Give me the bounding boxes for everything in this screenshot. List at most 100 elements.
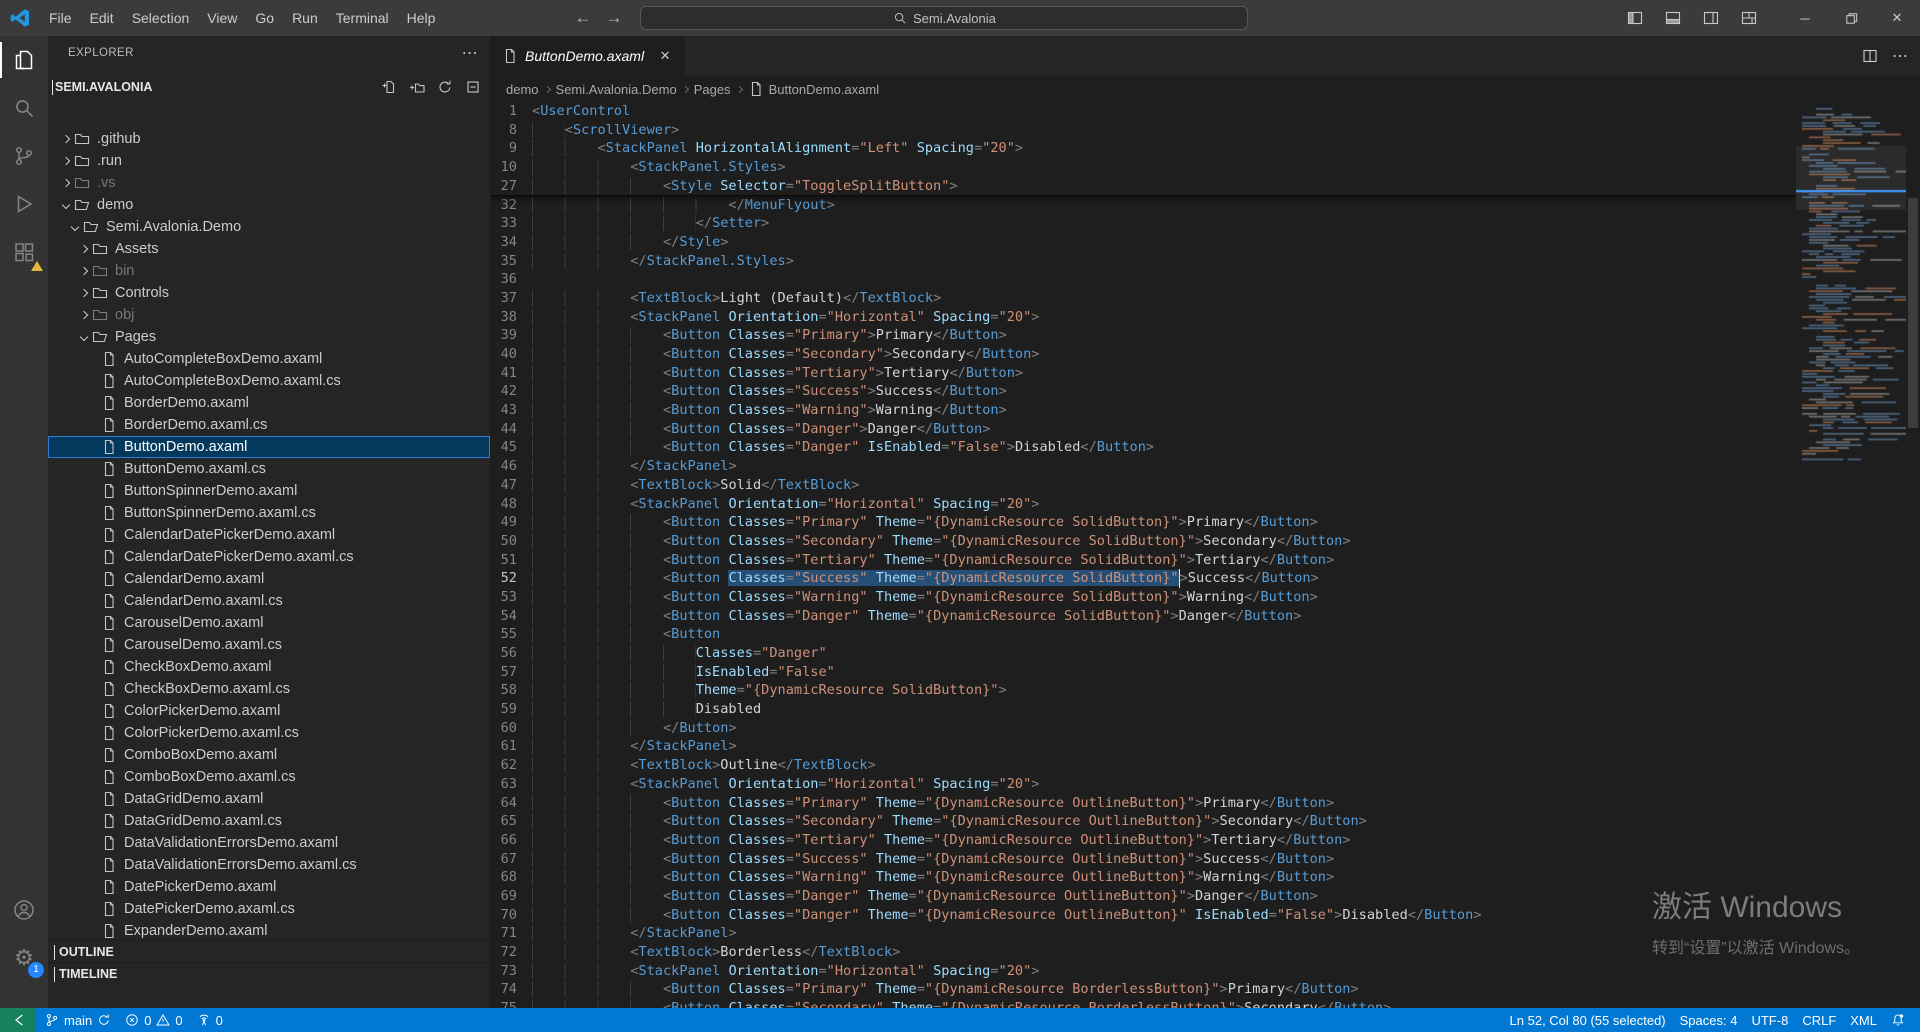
status-encoding[interactable]: UTF-8 xyxy=(1744,1008,1795,1032)
activity-extensions[interactable] xyxy=(0,228,48,276)
tree-item-buttonspinnerdemo-axaml[interactable]: ButtonSpinnerDemo.axaml xyxy=(48,480,490,502)
refresh-icon[interactable] xyxy=(436,78,454,96)
breadcrumb-item[interactable]: Semi.Avalonia.Demo xyxy=(556,82,677,97)
status-indentation[interactable]: Spaces: 4 xyxy=(1673,1008,1745,1032)
menu-file[interactable]: File xyxy=(40,5,81,31)
activity-explorer[interactable] xyxy=(0,36,48,84)
go-forward-icon[interactable]: → xyxy=(605,8,622,28)
status-problems[interactable]: 00 xyxy=(118,1008,189,1032)
activity-account[interactable] xyxy=(0,886,48,934)
tree-item-expanderdemo-axaml[interactable]: ExpanderDemo.axaml xyxy=(48,920,490,940)
tree-item-carouseldemo-axaml-cs[interactable]: CarouselDemo.axaml.cs xyxy=(48,634,490,656)
menu-terminal[interactable]: Terminal xyxy=(327,5,398,31)
tree-item-datavalidationerrorsdemo-axaml-cs[interactable]: DataValidationErrorsDemo.axaml.cs xyxy=(48,854,490,876)
menu-view[interactable]: View xyxy=(198,5,246,31)
activity-source-control[interactable] xyxy=(0,132,48,180)
explorer-sidebar: EXPLORER ⋯ SEMI.AVALONIA .github.run.vsd… xyxy=(48,36,490,1008)
breadcrumb-item[interactable]: Pages xyxy=(694,82,731,97)
tree-item-checkboxdemo-axaml-cs[interactable]: CheckBoxDemo.axaml.cs xyxy=(48,678,490,700)
more-actions-icon[interactable]: ⋯ xyxy=(1892,46,1908,66)
tree-item-semi-avalonia-demo[interactable]: Semi.Avalonia.Demo xyxy=(48,216,490,238)
tree-item-pages[interactable]: Pages xyxy=(48,326,490,348)
tree-item-datagriddemo-axaml[interactable]: DataGridDemo.axaml xyxy=(48,788,490,810)
chevron-right-icon xyxy=(54,967,55,981)
tree-item-assets[interactable]: Assets xyxy=(48,238,490,260)
tree-item-label: DatePickerDemo.axaml.cs xyxy=(124,901,295,917)
tab-buttondemo-axaml[interactable]: ButtonDemo.axaml ✕ xyxy=(490,36,685,76)
tree-item-calendardemo-axaml-cs[interactable]: CalendarDemo.axaml.cs xyxy=(48,590,490,612)
tree-item-carouseldemo-axaml[interactable]: CarouselDemo.axaml xyxy=(48,612,490,634)
minimize-button[interactable]: ─ xyxy=(1782,0,1828,36)
tree-item-comboboxdemo-axaml-cs[interactable]: ComboBoxDemo.axaml.cs xyxy=(48,766,490,788)
split-editor-icon[interactable] xyxy=(1862,48,1878,64)
restore-button[interactable] xyxy=(1828,0,1874,36)
status-ports[interactable]: 0 xyxy=(190,1008,230,1032)
tree-item-calendardemo-axaml[interactable]: CalendarDemo.axaml xyxy=(48,568,490,590)
tree-item-buttondemo-axaml[interactable]: ButtonDemo.axaml xyxy=(48,436,490,458)
explorer-more-actions-icon[interactable]: ⋯ xyxy=(462,43,478,63)
toggle-secondary-sidebar-icon[interactable] xyxy=(1696,4,1726,32)
tree-item--github[interactable]: .github xyxy=(48,128,490,150)
status-remote-indicator[interactable] xyxy=(0,1008,36,1032)
vertical-scrollbar[interactable] xyxy=(1906,102,1920,1008)
tree-item-borderdemo-axaml-cs[interactable]: BorderDemo.axaml.cs xyxy=(48,414,490,436)
menu-help[interactable]: Help xyxy=(398,5,445,31)
breadcrumb-item[interactable]: demo xyxy=(506,82,539,97)
tree-item-calendardatepickerdemo-axaml[interactable]: CalendarDatePickerDemo.axaml xyxy=(48,524,490,546)
tree-item-checkboxdemo-axaml[interactable]: CheckBoxDemo.axaml xyxy=(48,656,490,678)
code-pane[interactable]: 32 </MenuFlyout>33 </Setter>34 </Style>3… xyxy=(490,102,1796,1008)
workspace-section-header[interactable]: SEMI.AVALONIA xyxy=(48,76,490,98)
status-cursor-position[interactable]: Ln 52, Col 80 (55 selected) xyxy=(1503,1008,1673,1032)
tree-item-comboboxdemo-axaml[interactable]: ComboBoxDemo.axaml xyxy=(48,744,490,766)
tree-item-datepickerdemo-axaml-cs[interactable]: DatePickerDemo.axaml.cs xyxy=(48,898,490,920)
tree-item-autocompleteboxdemo-axaml-cs[interactable]: AutoCompleteBoxDemo.axaml.cs xyxy=(48,370,490,392)
timeline-section[interactable]: TIMELINE xyxy=(48,962,490,984)
new-folder-icon[interactable] xyxy=(408,78,426,96)
tab-close-icon[interactable]: ✕ xyxy=(655,46,675,66)
close-button[interactable]: ✕ xyxy=(1874,0,1920,36)
line-text: <TextBlock>Light (Default)</TextBlock> xyxy=(532,289,941,308)
activity-run-debug[interactable] xyxy=(0,180,48,228)
tree-item-autocompleteboxdemo-axaml[interactable]: AutoCompleteBoxDemo.axaml xyxy=(48,348,490,370)
tree-item-calendardatepickerdemo-axaml-cs[interactable]: CalendarDatePickerDemo.axaml.cs xyxy=(48,546,490,568)
file-icon xyxy=(101,681,117,697)
tree-item-buttondemo-axaml-cs[interactable]: ButtonDemo.axaml.cs xyxy=(48,458,490,480)
tree-item-borderdemo-axaml[interactable]: BorderDemo.axaml xyxy=(48,392,490,414)
tree-item-datavalidationerrorsdemo-axaml[interactable]: DataValidationErrorsDemo.axaml xyxy=(48,832,490,854)
customize-layout-icon[interactable] xyxy=(1734,4,1764,32)
toggle-sidebar-icon[interactable] xyxy=(1620,4,1650,32)
tree-item-colorpickerdemo-axaml-cs[interactable]: ColorPickerDemo.axaml.cs xyxy=(48,722,490,744)
status-language-mode[interactable]: XML xyxy=(1843,1008,1884,1032)
line-number: 59 xyxy=(490,700,517,719)
tree-item-colorpickerdemo-axaml[interactable]: ColorPickerDemo.axaml xyxy=(48,700,490,722)
minimap[interactable] xyxy=(1796,102,1906,1008)
breadcrumb-item[interactable]: ButtonDemo.axaml xyxy=(748,81,880,97)
activity-search[interactable] xyxy=(0,84,48,132)
new-file-icon[interactable] xyxy=(380,78,398,96)
tree-item-datagriddemo-axaml-cs[interactable]: DataGridDemo.axaml.cs xyxy=(48,810,490,832)
menu-run[interactable]: Run xyxy=(283,5,327,31)
explorer-title: EXPLORER xyxy=(68,47,134,59)
toggle-panel-icon[interactable] xyxy=(1658,4,1688,32)
command-center-search[interactable]: Semi.Avalonia xyxy=(640,6,1248,30)
menu-go[interactable]: Go xyxy=(246,5,283,31)
tree-item-datepickerdemo-axaml[interactable]: DatePickerDemo.axaml xyxy=(48,876,490,898)
activity-settings[interactable]: ⚙1 xyxy=(0,934,48,982)
tree-item-bin[interactable]: bin xyxy=(48,260,490,282)
tree-item--run[interactable]: .run xyxy=(48,150,490,172)
go-back-icon[interactable]: ← xyxy=(574,8,591,28)
tree-item-buttonspinnerdemo-axaml-cs[interactable]: ButtonSpinnerDemo.axaml.cs xyxy=(48,502,490,524)
outline-section[interactable]: OUTLINE xyxy=(48,940,490,962)
status-git-branch[interactable]: main xyxy=(38,1008,118,1032)
menu-selection[interactable]: Selection xyxy=(123,5,199,31)
tree-item--vs[interactable]: .vs xyxy=(48,172,490,194)
tree-item-demo[interactable]: demo xyxy=(48,194,490,216)
menu-edit[interactable]: Edit xyxy=(81,5,123,31)
tree-item-controls[interactable]: Controls xyxy=(48,282,490,304)
titlebar-right: ─ ✕ xyxy=(1620,0,1920,36)
tree-item-obj[interactable]: obj xyxy=(48,304,490,326)
scrollbar-thumb[interactable] xyxy=(1908,198,1918,428)
collapse-all-icon[interactable] xyxy=(464,78,482,96)
status-notifications[interactable] xyxy=(1884,1008,1912,1032)
status-eol[interactable]: CRLF xyxy=(1795,1008,1843,1032)
